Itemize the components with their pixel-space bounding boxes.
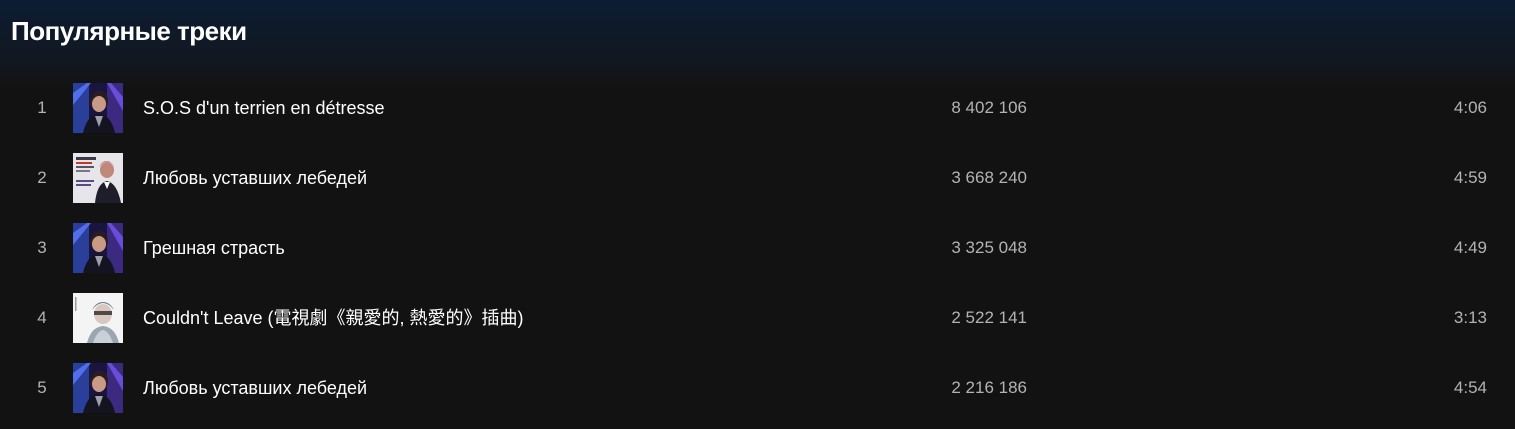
track-number: 2 xyxy=(37,168,47,187)
track-row[interactable]: 4 Couldn't Leave (電視劇《親愛的, 熱愛的》插曲) 2 522… xyxy=(0,283,1515,353)
track-duration: 4:59 xyxy=(1453,168,1487,187)
play-count: 8 402 106 xyxy=(951,98,1027,117)
play-count: 3 325 048 xyxy=(951,238,1027,257)
track-title[interactable]: Грешная страсть xyxy=(143,213,285,283)
album-cover-image[interactable] xyxy=(73,83,123,133)
track-number: 3 xyxy=(37,238,47,257)
track-number: 5 xyxy=(37,378,47,397)
track-number: 1 xyxy=(37,98,47,117)
track-row[interactable]: 3 Грешная страсть 3 325 048 4:49 xyxy=(0,213,1515,283)
album-cover-image[interactable] xyxy=(73,223,123,273)
track-list: 1 S.O.S d'un terrien en détresse 8 402 1… xyxy=(0,73,1515,423)
album-cover-image[interactable] xyxy=(73,363,123,413)
track-number: 4 xyxy=(37,308,47,327)
track-title[interactable]: S.O.S d'un terrien en détresse xyxy=(143,73,385,143)
album-cover-image[interactable] xyxy=(73,293,123,343)
play-count: 2 522 141 xyxy=(951,308,1027,327)
track-duration: 4:06 xyxy=(1453,98,1487,117)
track-duration: 4:54 xyxy=(1453,378,1487,397)
play-count: 2 216 186 xyxy=(951,378,1027,397)
section-title: Популярные треки xyxy=(11,16,247,46)
album-cover-image[interactable] xyxy=(73,153,123,203)
track-duration: 4:49 xyxy=(1453,238,1487,257)
track-title[interactable]: Любовь уставших лебедей xyxy=(143,143,367,213)
track-title[interactable]: Couldn't Leave (電視劇《親愛的, 熱愛的》插曲) xyxy=(143,283,524,353)
track-row[interactable]: 5 Любовь уставших лебедей 2 216 186 4:54 xyxy=(0,353,1515,423)
track-title[interactable]: Любовь уставших лебедей xyxy=(143,353,367,423)
track-row[interactable]: 1 S.O.S d'un terrien en détresse 8 402 1… xyxy=(0,73,1515,143)
track-duration: 3:13 xyxy=(1453,308,1487,327)
track-row[interactable]: 2 Любовь уставших лебедей 3 668 240 4:59 xyxy=(0,143,1515,213)
play-count: 3 668 240 xyxy=(951,168,1027,187)
